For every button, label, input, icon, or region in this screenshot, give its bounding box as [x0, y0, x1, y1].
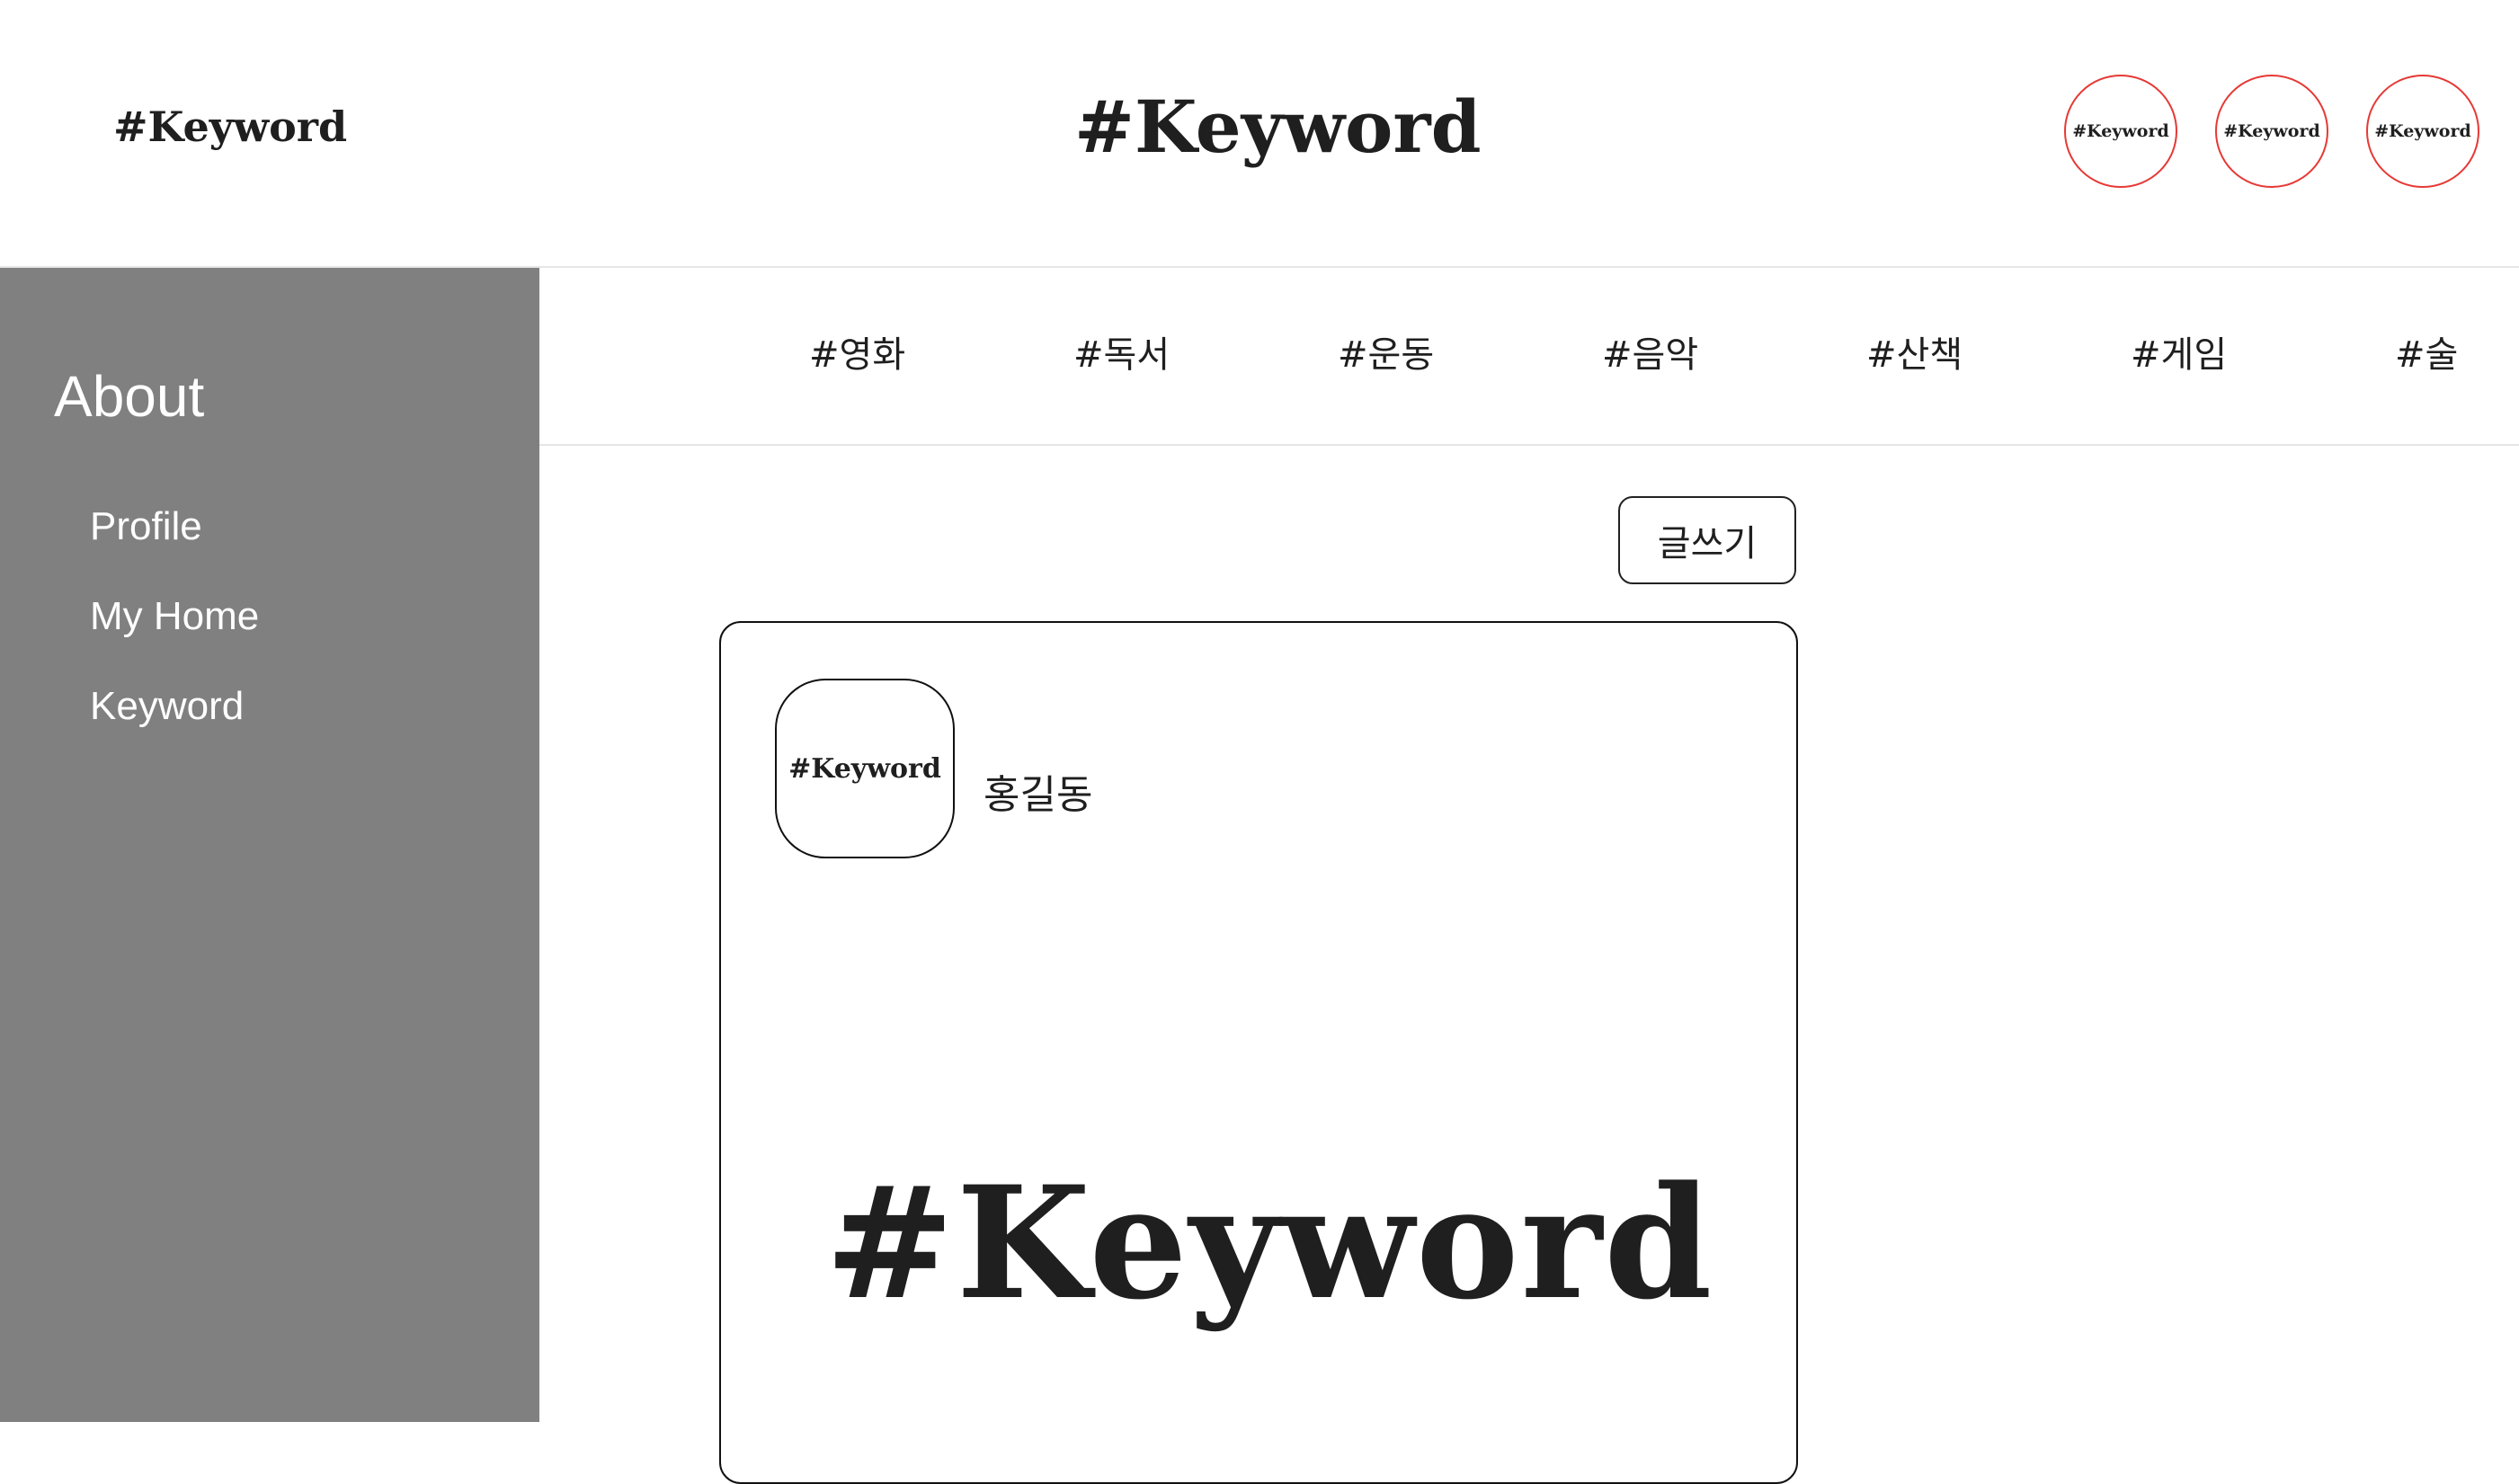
sidebar-item-profile[interactable]: Profile: [90, 500, 202, 554]
avatar[interactable]: #Keyword: [775, 679, 955, 858]
post-author[interactable]: 홍길동: [984, 769, 1092, 822]
category-tab-music[interactable]: #음악: [1602, 324, 1698, 387]
header-circle-button-1[interactable]: #Keyword: [2064, 75, 2177, 188]
category-tab-game[interactable]: #게임: [2131, 324, 2227, 387]
category-tab-exercise[interactable]: #운동: [1338, 324, 1434, 387]
post-image-text: #Keyword: [824, 1151, 1714, 1334]
write-button[interactable]: 글쓰기: [1618, 496, 1796, 584]
header: #Keyword #Keyword #Keyword #Keyword #Key…: [0, 0, 2519, 268]
header-circle-button-2[interactable]: #Keyword: [2215, 75, 2328, 188]
sidebar: About Profile My Home Keyword: [0, 268, 539, 1422]
category-nav: #영화 #독서 #운동 #음악 #산책 #게임 #술: [539, 268, 2519, 446]
logo-small[interactable]: #Keyword: [113, 97, 347, 156]
post-card[interactable]: #Keyword 홍길동 #Keyword: [719, 621, 1798, 1484]
category-tab-movie[interactable]: #영화: [809, 324, 905, 387]
sidebar-item-keyword[interactable]: Keyword: [90, 680, 244, 733]
sidebar-title: About: [54, 364, 205, 429]
header-circle-button-3[interactable]: #Keyword: [2366, 75, 2479, 188]
site-logo[interactable]: #Keyword: [1074, 77, 1482, 176]
category-tab-walk[interactable]: #산책: [1866, 324, 1963, 387]
post-image[interactable]: #Keyword: [825, 1126, 1713, 1360]
category-tab-drink[interactable]: #술: [2395, 324, 2458, 387]
category-tab-reading[interactable]: #독서: [1073, 324, 1170, 387]
sidebar-item-my-home[interactable]: My Home: [90, 590, 259, 644]
